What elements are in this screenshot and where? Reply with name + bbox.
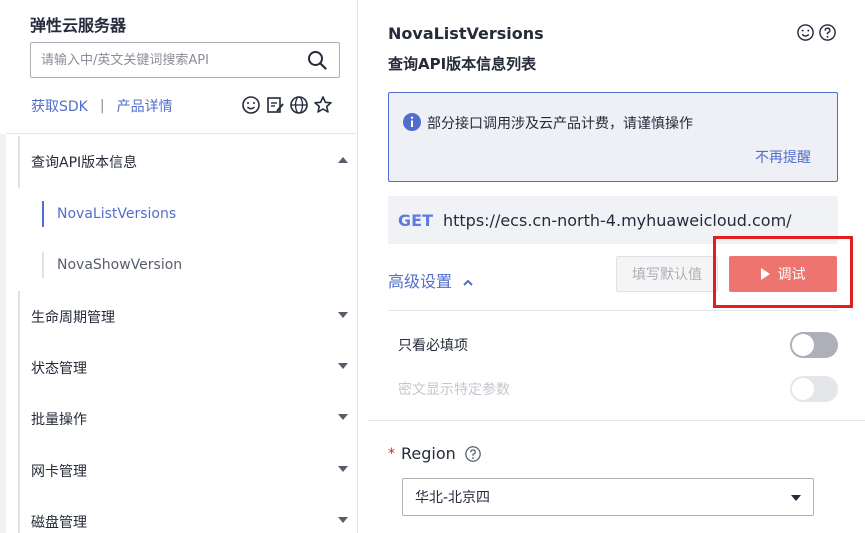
advanced-settings-toggle[interactable]: 高级设置 <box>388 268 474 292</box>
caret-down-icon <box>338 517 348 523</box>
feedback-smiley-icon[interactable] <box>795 22 815 42</box>
nav-group-label: 网卡管理 <box>31 464 87 480</box>
item-indicator <box>42 252 44 278</box>
nav-item-label: NovaListVersions <box>57 206 177 222</box>
required-only-switch[interactable] <box>790 332 838 358</box>
fill-default-button[interactable]: 填写默认值 <box>616 256 718 292</box>
chevron-down-icon <box>791 495 801 501</box>
help-icon[interactable] <box>817 22 837 42</box>
cipher-display-label: 密文显示特定参数 <box>398 382 510 398</box>
http-method: GET <box>398 210 433 230</box>
caret-up-icon <box>338 157 348 163</box>
settings-divider <box>388 310 838 311</box>
region-select[interactable]: 华北-北京四 <box>402 478 814 516</box>
api-name: NovaListVersions <box>388 24 544 43</box>
caret-down-icon <box>338 312 348 318</box>
notice-text: 部分接口调用涉及云产品计费，请谨慎操作 <box>427 116 693 132</box>
sidebar-gutter <box>0 134 6 533</box>
product-details-link[interactable]: 产品详情 <box>117 96 173 116</box>
advanced-settings-label: 高级设置 <box>388 272 453 291</box>
dont-remind-link[interactable]: 不再提醒 <box>755 147 811 167</box>
nav-item-nova-list-versions[interactable]: NovaListVersions <box>42 201 342 227</box>
required-only-label: 只看必填项 <box>398 338 468 354</box>
nav-group-status[interactable]: 状态管理 <box>18 342 358 394</box>
nav-group-lifecycle[interactable]: 生命周期管理 <box>18 291 358 343</box>
section-divider <box>368 420 865 421</box>
nav-group-label: 生命周期管理 <box>31 310 115 326</box>
nav-group-label: 状态管理 <box>31 361 87 377</box>
sidebar-links: 获取SDK | 产品详情 <box>31 96 173 116</box>
active-indicator <box>42 201 44 227</box>
region-field-label: * Region <box>388 444 482 463</box>
region-selected-value: 华北-北京四 <box>415 490 491 506</box>
api-search-box[interactable] <box>30 42 340 78</box>
sidebar-divider <box>6 133 358 134</box>
nav-group-nic[interactable]: 网卡管理 <box>18 445 358 497</box>
link-separator: | <box>99 98 105 114</box>
star-icon[interactable] <box>313 95 333 115</box>
cipher-display-row: 密文显示特定参数 <box>398 375 838 403</box>
switch-knob <box>792 378 814 400</box>
panel-top-icons <box>795 22 837 42</box>
caret-down-icon <box>338 414 348 420</box>
info-icon <box>402 112 422 132</box>
chevron-up-icon <box>462 274 474 286</box>
nav-group-label: 磁盘管理 <box>31 515 87 531</box>
region-label-text: Region <box>401 444 456 463</box>
nav-group-query-api-version[interactable]: 查询API版本信息 <box>18 136 358 188</box>
required-mark: * <box>388 445 395 462</box>
nav-item-nova-show-version[interactable]: NovaShowVersion <box>42 252 342 278</box>
request-url: https://ecs.cn-north-4.myhuaweicloud.com… <box>442 210 792 230</box>
region-help-icon[interactable] <box>464 445 482 463</box>
nav-group-disk[interactable]: 磁盘管理 <box>18 496 358 533</box>
edit-doc-icon[interactable] <box>265 95 285 115</box>
debug-button-highlight <box>713 236 853 308</box>
get-sdk-link[interactable]: 获取SDK <box>31 96 88 116</box>
api-search-input[interactable] <box>31 43 291 77</box>
api-sidebar: 弹性云服务器 获取SDK | 产品详情 查询API版本信息 NovaListVe… <box>0 0 358 533</box>
sidebar-toolbar <box>241 95 333 115</box>
nav-item-label: NovaShowVersion <box>57 257 183 273</box>
caret-down-icon <box>338 363 348 369</box>
api-description: 查询API版本信息列表 <box>388 55 537 73</box>
nav-group-label: 查询API版本信息 <box>31 155 138 171</box>
caret-down-icon <box>338 466 348 472</box>
globe-icon[interactable] <box>289 95 309 115</box>
nav-group-label: 批量操作 <box>31 412 87 428</box>
required-only-row: 只看必填项 <box>398 331 838 359</box>
smiley-icon[interactable] <box>241 95 261 115</box>
search-icon[interactable] <box>307 50 327 70</box>
switch-knob <box>792 334 814 356</box>
service-title: 弹性云服务器 <box>30 16 127 35</box>
nav-group-batch[interactable]: 批量操作 <box>18 393 358 445</box>
billing-notice: 部分接口调用涉及云产品计费，请谨慎操作 不再提醒 <box>388 92 838 182</box>
cipher-display-switch <box>790 376 838 402</box>
